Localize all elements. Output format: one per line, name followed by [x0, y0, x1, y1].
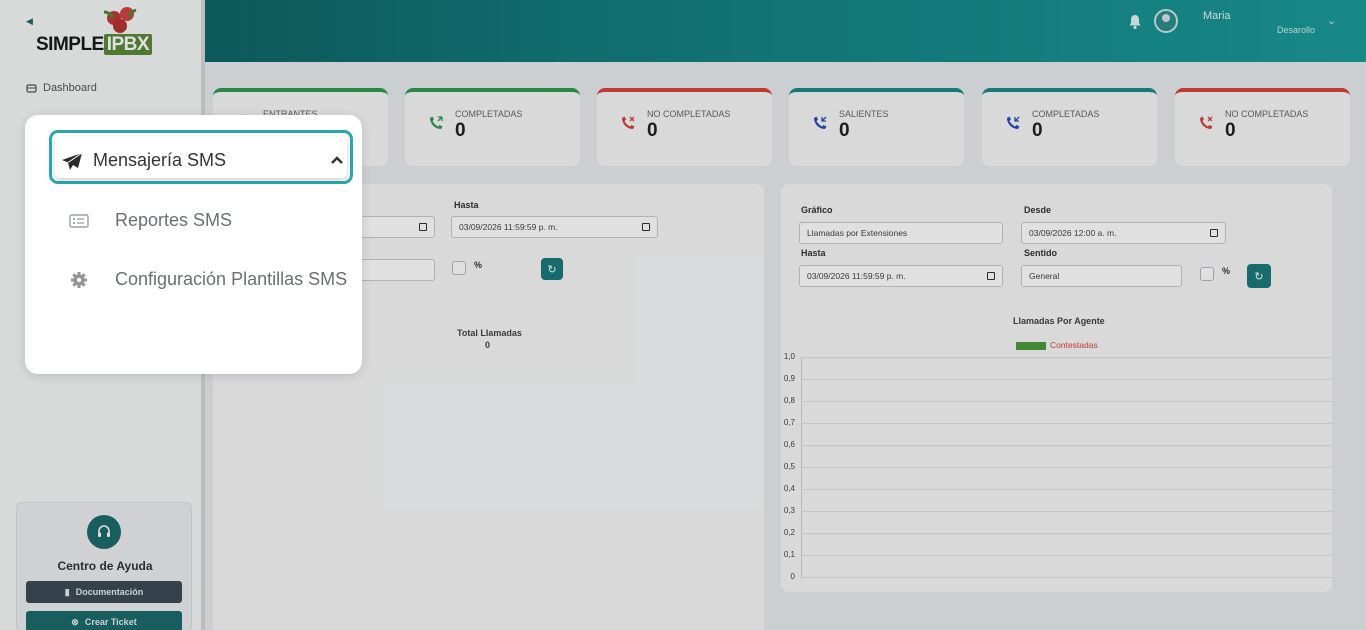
sms-section-label: Mensajería SMS: [93, 150, 227, 170]
paper-plane-icon: [62, 152, 83, 170]
list-card-icon: [69, 213, 89, 228]
menu-item-label: Reportes SMS: [115, 210, 233, 230]
sms-section-toggle[interactable]: Mensajería SMS: [49, 130, 353, 184]
sms-menu-popup: Mensajería SMS Reportes SMS Configuració…: [25, 115, 362, 374]
menu-item-label: Configuración Plantillas SMS: [115, 269, 348, 289]
menu-item-configuracion-plantillas-sms[interactable]: Configuración Plantillas SMS: [69, 269, 347, 290]
chevron-up-icon[interactable]: [329, 154, 345, 166]
sms-section-inner: Mensajería SMS: [55, 136, 347, 178]
menu-item-reportes-sms[interactable]: Reportes SMS: [69, 210, 232, 231]
gear-icon: [71, 271, 87, 288]
